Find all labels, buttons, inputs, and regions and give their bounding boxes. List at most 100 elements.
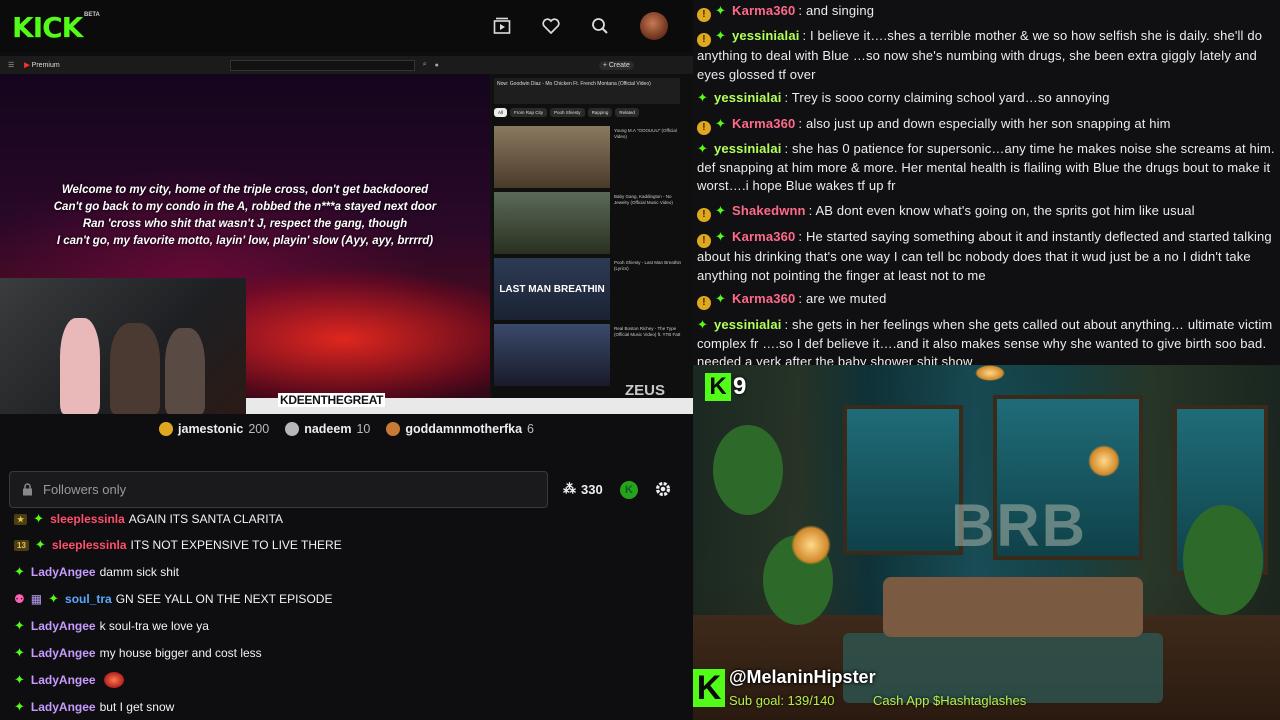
diamond-icon: ✦ xyxy=(34,537,46,552)
chat-text: she gets in her feelings when she gets c… xyxy=(697,317,1273,365)
lyric-line: I can't go, my favorite motto, layin' lo… xyxy=(56,235,434,247)
chat-username[interactable]: soul_tra xyxy=(65,592,112,606)
diamond-icon: ✦ xyxy=(14,645,25,660)
chat-username[interactable]: LadyAngee xyxy=(31,646,96,660)
now-playing-header[interactable]: Now: Goodwin Diaz - Mo Chicken Ft. Frenc… xyxy=(494,78,680,104)
chat-username: Karma360 xyxy=(732,291,796,306)
beta-label: BETA xyxy=(84,12,100,18)
chat-text: are we muted xyxy=(805,291,887,306)
video-title[interactable]: Baby Gang, Kaddington - No Jewelry (Offi… xyxy=(614,194,684,206)
leaderboard-entry[interactable]: nadeem 10 xyxy=(285,422,370,436)
window xyxy=(843,405,963,555)
chat-text: k soul-tra we love ya xyxy=(99,619,209,633)
diamond-icon: ✦ xyxy=(715,28,727,43)
video-thumbnail[interactable]: LAST MAN BREATHIN xyxy=(494,258,610,320)
chip[interactable]: Related xyxy=(615,108,639,117)
chat-text: she has 0 patience for supersonic…any ti… xyxy=(697,141,1275,194)
overlay-chat: ! ✦ Karma360: and singing ! ✦ yessinialai: I… xyxy=(693,0,1280,365)
chat-message: ✦ LadyAngee but I get snow xyxy=(14,697,174,717)
diamond-icon: ✦ xyxy=(715,3,727,18)
gift-leaderboard: jamestonic 200 nadeem 10 goddamnmotherfk… xyxy=(0,416,693,442)
youtube-search-icon[interactable]: ⌕ xyxy=(423,61,427,69)
og-badge-icon: ! xyxy=(697,33,711,47)
chat-message: ! ✦ Karma360: He started saying something … xyxy=(697,229,1272,283)
chat-message: ! ✦ Shakedwnn: AB dont even know what's go… xyxy=(697,202,1280,222)
chat-message: ✦ yessinialai: Trey is sooo corny claimin… xyxy=(697,90,1110,105)
diamond-icon: ✦ xyxy=(697,141,709,156)
diamond-icon: ✦ xyxy=(14,618,25,633)
youtube-search-input[interactable] xyxy=(229,59,415,71)
person xyxy=(165,328,205,414)
chat-feed: ★ ✦ sleeplessinla AGAIN ITS SANTA CLARIT… xyxy=(0,512,693,720)
user-avatar[interactable] xyxy=(640,12,668,40)
chat-username[interactable]: LadyAngee xyxy=(31,700,96,714)
chip[interactable]: All xyxy=(494,108,508,117)
chat-input[interactable]: Followers only xyxy=(9,471,548,508)
menu-icon[interactable]: ☰ xyxy=(8,61,14,69)
og-badge-icon: ! xyxy=(697,8,711,22)
brb-title: BRB xyxy=(951,492,1087,559)
sub-goal: Sub goal: 139/140 xyxy=(729,693,835,708)
chat-text: AB dont even know what's going on, the s… xyxy=(815,203,1195,218)
person xyxy=(60,318,100,414)
heart-icon[interactable] xyxy=(539,14,563,38)
video-thumbnail[interactable] xyxy=(494,324,610,386)
mic-icon[interactable]: ● xyxy=(435,62,439,69)
leaderboard-score: 10 xyxy=(356,422,371,436)
chat-username: Karma360 xyxy=(732,229,796,244)
chat-text: and singing xyxy=(805,3,875,18)
chat-text: but I get snow xyxy=(99,700,175,714)
chip[interactable]: Rapping xyxy=(587,108,613,117)
moderator-badge-icon: ⚉ xyxy=(14,592,25,606)
chat-message: ✦ LadyAngee my house bigger and cost les… xyxy=(14,643,262,663)
chat-text: ITS NOT EXPENSIVE TO LIVE THERE xyxy=(130,538,342,552)
chat-username: yessinialai xyxy=(732,28,800,43)
chat-username[interactable]: LadyAngee xyxy=(31,673,96,687)
chat-message: ⚉ ▦ ✦ soul_tra GN SEE YALL ON THE NEXT E… xyxy=(14,589,332,609)
diamond-icon: ✦ xyxy=(14,699,25,714)
chat-username[interactable]: sleeplessinla xyxy=(52,538,127,552)
sofa xyxy=(883,577,1143,637)
create-button[interactable]: + Create xyxy=(598,60,634,70)
chip[interactable]: From Rap City xyxy=(510,108,548,117)
chat-text: my house bigger and cost less xyxy=(99,646,262,660)
chat-message: ! ✦ Karma360: are we muted xyxy=(697,290,1280,310)
og-badge-icon: ! xyxy=(697,121,711,135)
video-title[interactable]: Pooh Shiesty - Last Man Breathin (Lyrics… xyxy=(614,260,684,272)
diamond-icon: ✦ xyxy=(14,564,25,579)
clip-icon[interactable] xyxy=(490,14,514,38)
cashapp-tag: Cash App $Hashtaglashes xyxy=(873,693,1027,708)
stream-video[interactable]: ☰ ▶ Premium ⌕ ● + Create Welcome to my c… xyxy=(0,56,693,414)
chat-input-placeholder: Followers only xyxy=(43,482,127,497)
chip[interactable]: Pooh Shiesty xyxy=(550,108,585,117)
gear-icon[interactable] xyxy=(654,480,672,503)
kick-points-icon[interactable]: K xyxy=(620,481,638,499)
lamp xyxy=(975,365,1005,381)
lyric-line: Welcome to my city, home of the triple c… xyxy=(61,184,429,196)
thumbnail-title: LAST MAN BREATHIN xyxy=(499,283,605,295)
video-title[interactable]: Real Boston Richey - The Type (Official … xyxy=(614,326,684,338)
chat-message: 13 ✦ sleeplessinla ITS NOT EXPENSIVE TO … xyxy=(14,535,342,555)
chat-username[interactable]: sleeplessinla xyxy=(50,512,125,526)
og-badge-icon: ! xyxy=(697,208,711,222)
diamond-icon: ✦ xyxy=(48,591,60,606)
search-icon[interactable] xyxy=(588,14,612,38)
kick-logo[interactable]: KICK xyxy=(12,11,83,44)
diamond-icon: ✦ xyxy=(33,512,45,526)
chat-text: damm sick shit xyxy=(99,565,179,579)
chat-username[interactable]: LadyAngee xyxy=(31,619,96,633)
youtube-logo-icon: ▶ xyxy=(24,62,30,69)
chat-username: yessinialai xyxy=(714,317,782,332)
video-thumbnail[interactable] xyxy=(494,126,610,188)
lock-icon xyxy=(23,483,32,496)
video-title[interactable]: Young M.A "OOOUUU" (Official Video) xyxy=(614,128,684,140)
diamond-icon: ✦ xyxy=(715,229,727,244)
chat-username: Karma360 xyxy=(732,3,796,18)
stream-overlay-panel: ! ✦ Karma360: and singing ! ✦ yessinialai: I… xyxy=(693,0,1280,720)
leaderboard-entry[interactable]: goddamnmotherfka 6 xyxy=(386,422,534,436)
leaderboard-entry[interactable]: jamestonic 200 xyxy=(159,422,269,436)
leaderboard-name: goddamnmotherfka xyxy=(405,422,523,436)
diamond-icon: ✦ xyxy=(715,203,727,218)
video-thumbnail[interactable] xyxy=(494,192,610,254)
chat-username[interactable]: LadyAngee xyxy=(31,565,96,579)
